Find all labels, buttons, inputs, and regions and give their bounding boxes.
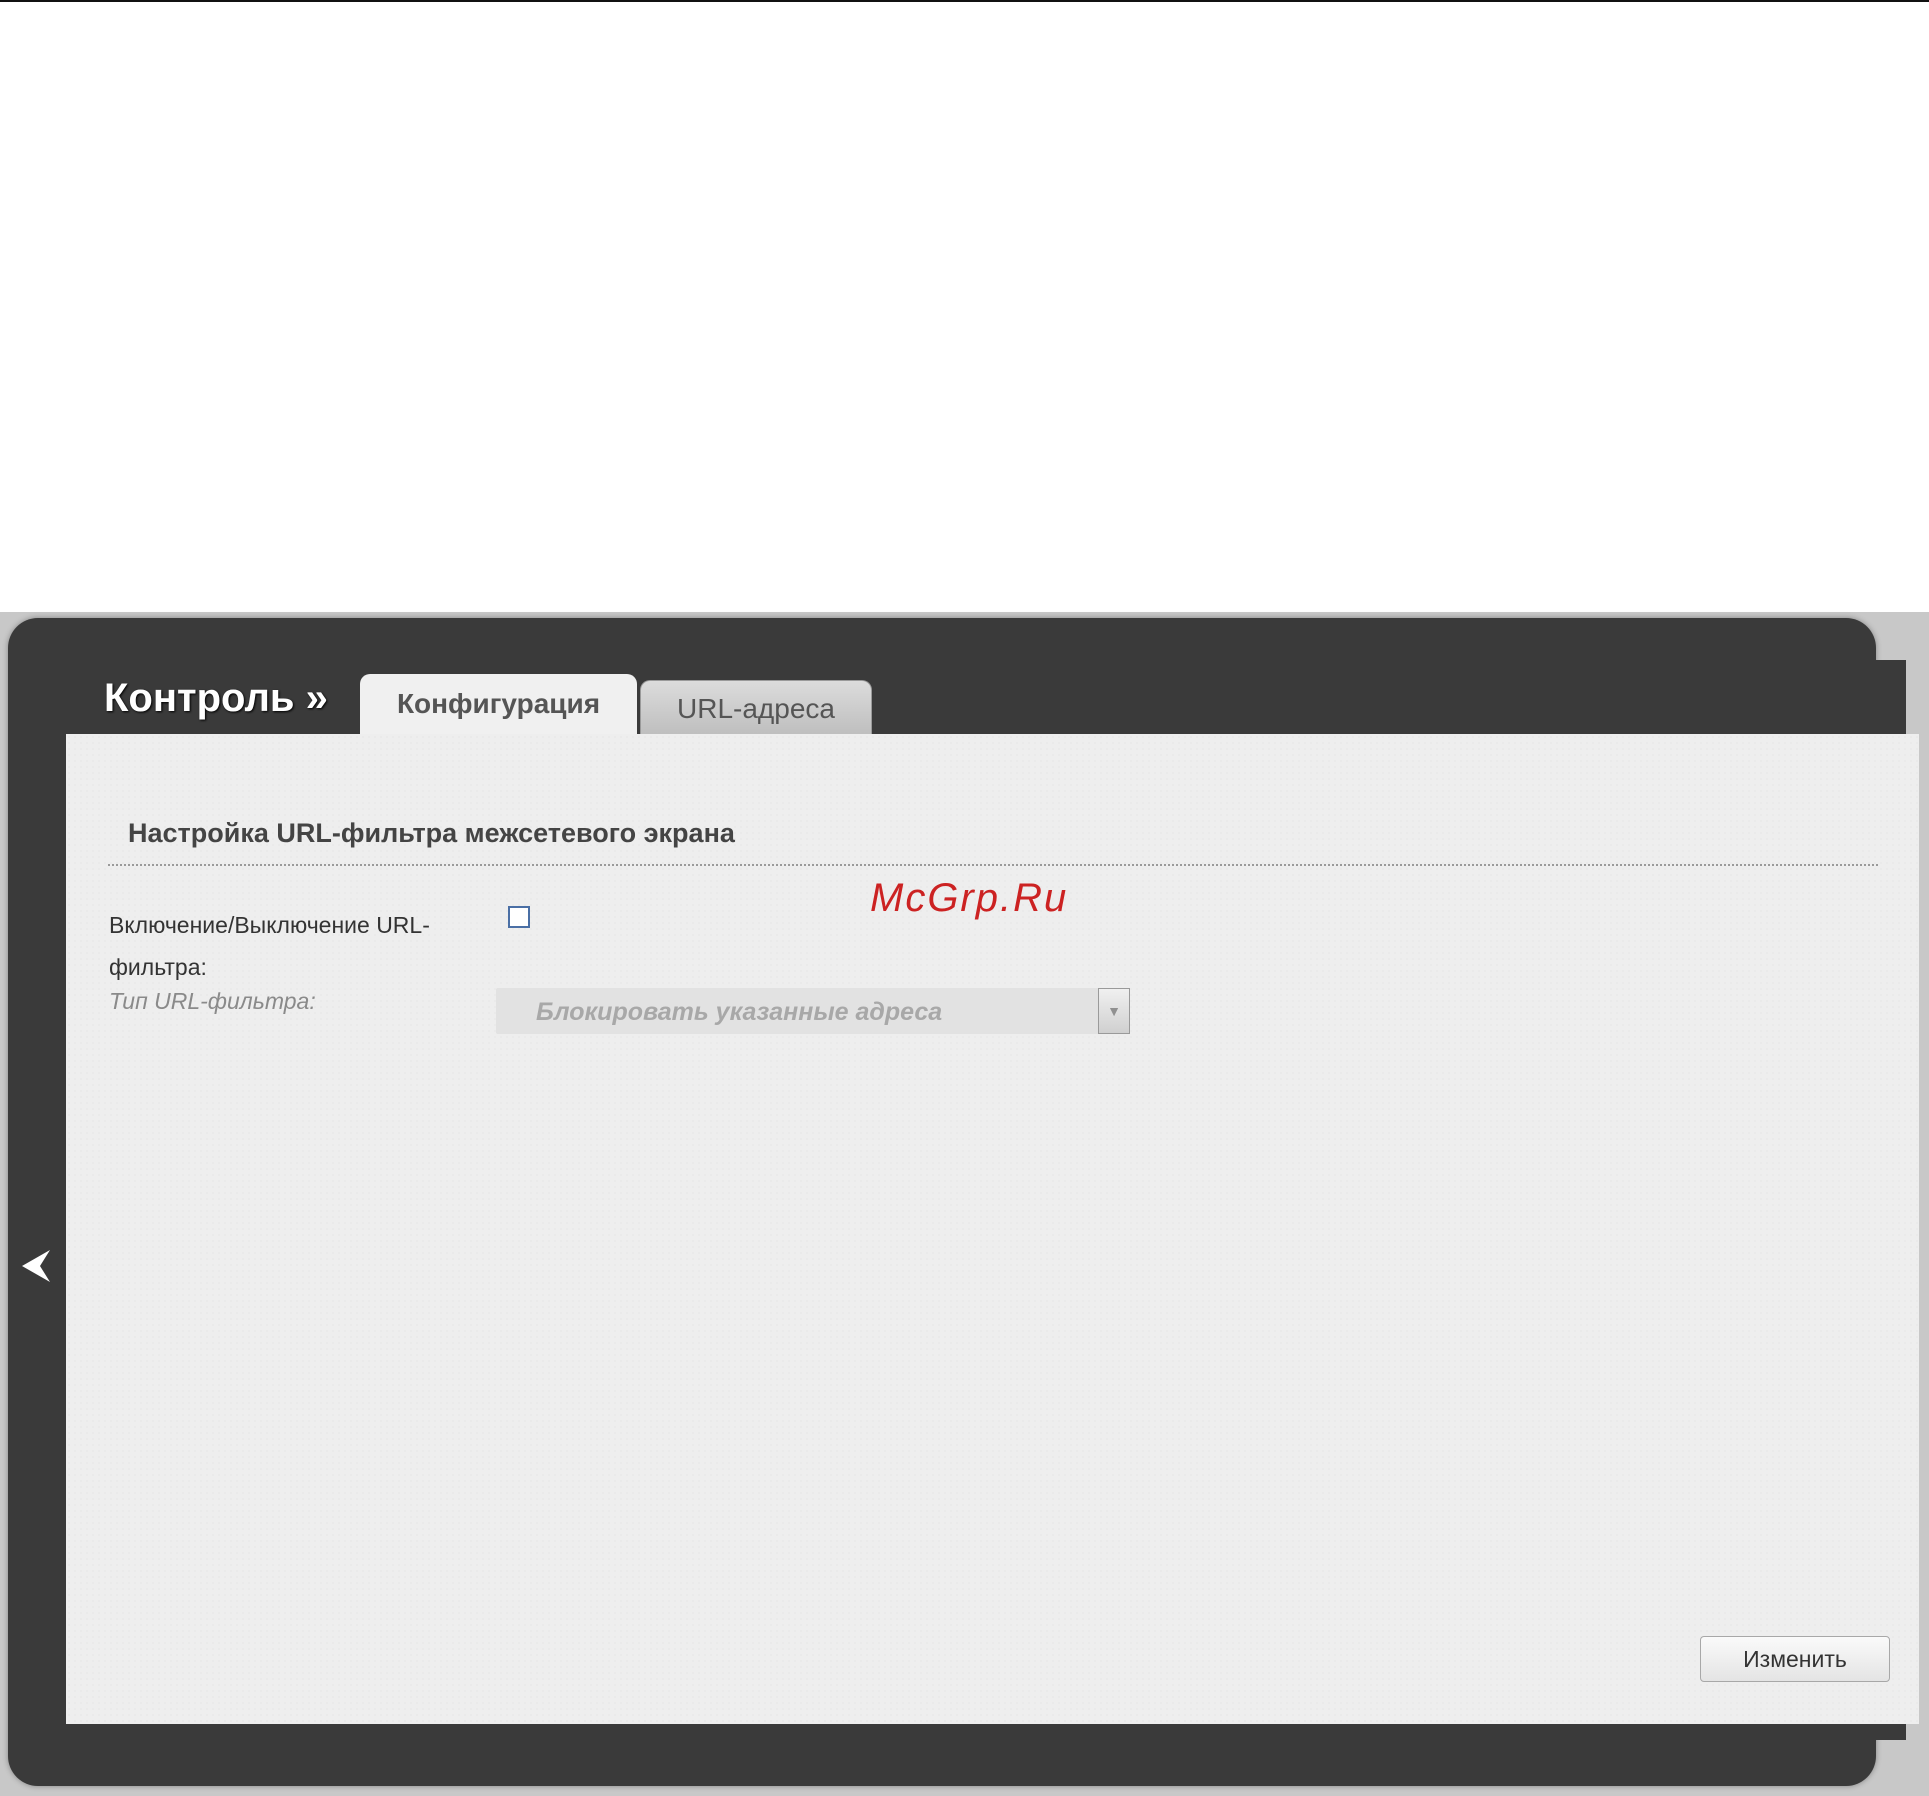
- form-heading: Настройка URL-фильтра межсетевого экрана: [128, 818, 735, 848]
- apply-button[interactable]: Изменить: [1700, 1636, 1890, 1682]
- tab-url-addresses[interactable]: URL-адреса: [640, 680, 872, 737]
- watermark: McGrp.Ru: [870, 876, 1069, 920]
- url-filter-type-label: Тип URL-фильтра:: [109, 988, 316, 1014]
- enable-url-filter-checkbox[interactable]: [508, 906, 530, 928]
- url-filter-type-select[interactable]: Блокировать указанные адреса ▼: [496, 988, 1130, 1034]
- section-title: Контроль »: [104, 676, 328, 720]
- heading-divider: [108, 864, 1878, 866]
- url-filter-type-value: Блокировать указанные адреса: [536, 998, 943, 1026]
- top-rule: [0, 0, 1929, 2]
- back-arrow-icon[interactable]: [20, 1248, 52, 1284]
- chevron-down-icon: ▼: [1098, 988, 1130, 1034]
- enable-url-filter-label: Включение/Выключение URL-фильтра:: [109, 912, 430, 980]
- tab-configuration[interactable]: Конфигурация: [360, 674, 637, 734]
